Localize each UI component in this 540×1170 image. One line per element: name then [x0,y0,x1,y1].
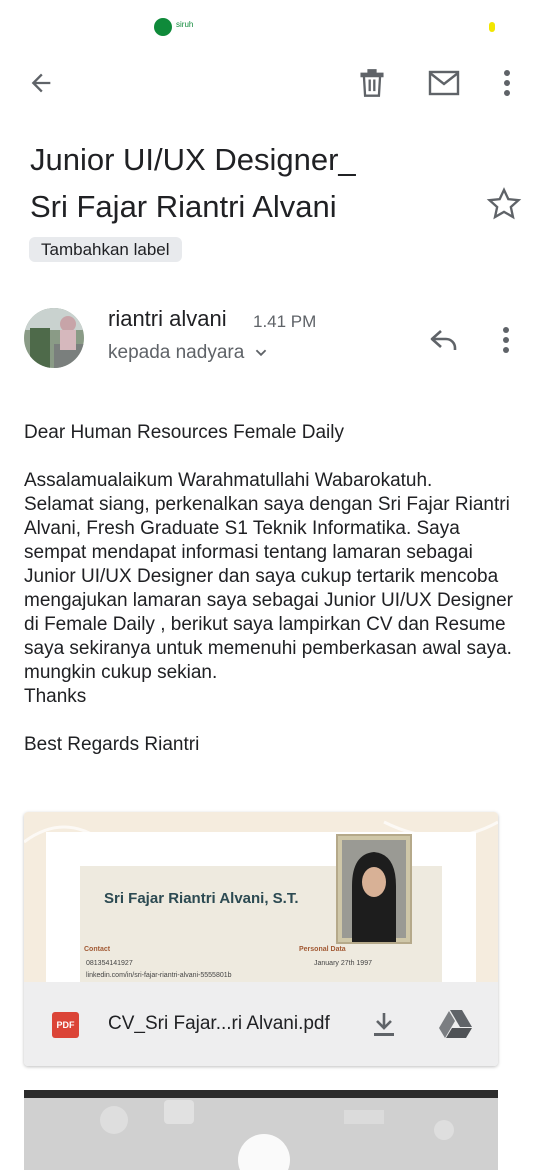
status-indicator-icon [489,22,495,32]
cv-phone: 081354141927 [86,960,133,967]
attachment-preview[interactable]: Sri Fajar Riantri Alvani, S.T. Contact 0… [24,812,498,982]
body-signoff: Best Regards Riantri [24,734,200,755]
recipient-text: kepada nadyara [108,342,245,363]
cv-photo [336,834,412,944]
download-icon [374,1013,394,1036]
pdf-file-icon: PDF [52,1012,79,1038]
mark-unread-button[interactable] [420,58,468,108]
more-vert-icon [504,70,510,96]
status-app-text: siruh [176,20,194,29]
star-icon [486,187,522,220]
download-button[interactable] [364,1004,404,1044]
cv-personal-heading: Personal Data [299,946,346,953]
recipient-details-toggle[interactable]: kepada nadyara [108,342,272,364]
email-time: 1.41 PM [253,312,317,331]
body-paragraph: Selamat siang, perkenalkan saya dengan S… [24,494,513,659]
cv-name: Sri Fajar Riantri Alvani, S.T. [104,890,299,907]
envelope-icon [428,70,460,96]
email-subject: Junior UI/UX Designer_ Sri Fajar Riantri… [30,136,470,230]
attachment-filename[interactable]: CV_Sri Fajar...ri Alvani.pdf [108,1013,330,1035]
subject-line-2: Sri Fajar Riantri Alvani [30,189,337,224]
add-label-chip[interactable]: Tambahkan label [29,237,182,262]
save-to-drive-button[interactable] [436,1004,476,1044]
body-paragraph: Thanks [24,686,87,707]
arrow-back-icon [31,73,51,93]
google-drive-icon [439,1010,472,1038]
status-bar [0,0,540,50]
delete-button[interactable] [348,58,396,108]
avatar[interactable] [24,308,84,368]
cv-contact-heading: Contact [84,946,111,953]
avatar-photo [24,308,84,368]
subject-line-1: Junior UI/UX Designer_ [30,142,356,177]
navigation-bar-overlay [0,1098,540,1170]
star-button[interactable] [484,184,524,224]
back-button[interactable] [17,58,65,108]
attachment-bar: PDF CV_Sri Fajar...ri Alvani.pdf [24,982,498,1066]
app-notification-icon [154,18,172,36]
cv-birth: January 27th 1997 [314,960,372,967]
body-paragraph: mungkin cukup sekian. [24,662,218,683]
attachment-card[interactable]: Sri Fajar Riantri Alvani, S.T. Contact 0… [24,812,498,1066]
reply-icon [430,330,457,350]
message-more-button[interactable] [484,318,528,362]
reply-button[interactable] [420,318,468,362]
more-options-button[interactable] [483,58,531,108]
chevron-down-icon [256,349,267,357]
body-greeting: Dear Human Resources Female Daily [24,422,344,443]
trash-icon [360,69,384,97]
sender-name: riantri alvani [108,306,227,331]
more-vert-icon [503,327,509,353]
body-paragraph: Assalamualaikum Warahmatullahi Wabarokat… [24,470,433,491]
cv-linkedin: linkedin.com/in/sri-fajar-riantri-alvani… [86,972,232,979]
email-body: Dear Human Resources Female Daily Assala… [24,421,524,757]
